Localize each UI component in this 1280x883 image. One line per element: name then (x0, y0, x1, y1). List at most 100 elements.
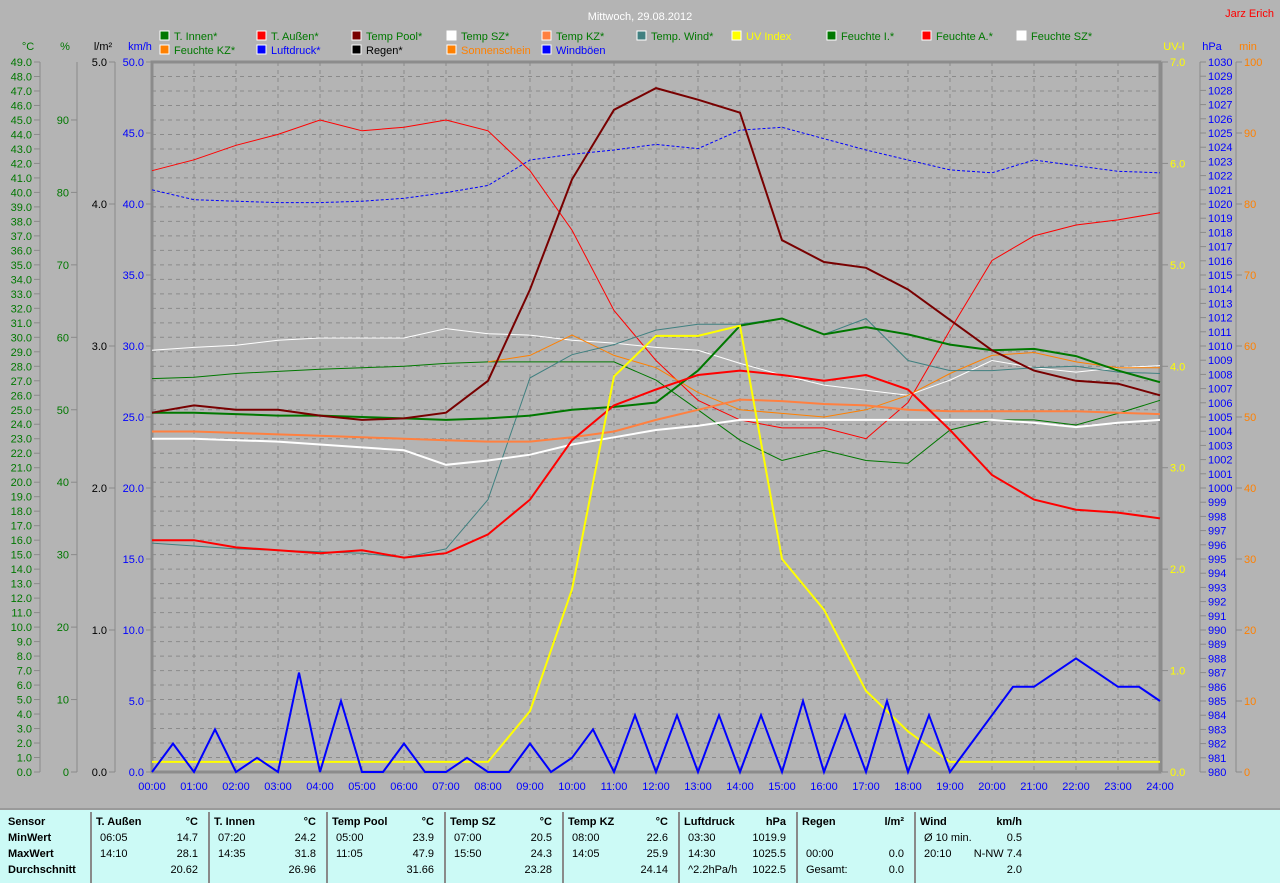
axis-tick-label: 991 (1208, 611, 1226, 623)
x-tick-label: 07:00 (432, 781, 460, 793)
legend-swatch (921, 30, 932, 41)
axis-tick-label: 994 (1208, 568, 1226, 580)
axis-unit-rain: l/m² (94, 41, 113, 53)
axis-tick-label: 0.0 (17, 767, 32, 779)
stats-row: 2.0 (920, 864, 1022, 880)
axis-tick-label: 90 (1244, 128, 1256, 140)
author-label: Jarz Erich (1225, 8, 1274, 20)
stats-time: 14:10 (100, 848, 128, 860)
axis-tick-label: 40 (57, 477, 69, 489)
axis-tick-label: 1018 (1208, 227, 1232, 239)
axis-tick-label: 42.0 (11, 158, 32, 170)
axis-tick-label: 999 (1208, 497, 1226, 509)
x-tick-label: 06:00 (390, 781, 418, 793)
axis-tick-label: 7.0 (1170, 57, 1185, 69)
stats-header-name: T. Außen (96, 816, 142, 828)
stats-row: 23.28 (450, 864, 552, 880)
stats-row: 06:05 14.7 (96, 832, 198, 848)
legend-swatch (159, 30, 170, 41)
x-tick-label: 01:00 (180, 781, 208, 793)
axis-tick-label: 997 (1208, 526, 1226, 538)
stats-column-t-au-en: T. Außen °C 06:05 14.7 14:10 28.1 20.62 (96, 810, 198, 883)
stats-row: 05:00 23.9 (332, 832, 434, 848)
axis-tick-label: 44.0 (11, 129, 32, 141)
axis-tick-label: 30 (57, 550, 69, 562)
axis-tick-label: 1029 (1208, 71, 1232, 83)
axis-tick-label: 1027 (1208, 100, 1232, 112)
stats-value: 23.28 (524, 864, 552, 876)
stats-header-name: Temp Pool (332, 816, 388, 828)
legend-label: Temp. Wind* (651, 31, 714, 43)
axis-tick-label: 10 (57, 695, 69, 707)
axis-tick-label: 9.0 (17, 637, 32, 649)
axis-tick-label: 10.0 (11, 622, 32, 634)
column-separator (678, 812, 680, 883)
x-tick-label: 15:00 (768, 781, 796, 793)
legend-swatch (731, 30, 742, 41)
stats-value: 22.6 (646, 832, 668, 844)
stats-header: Regen l/m² (802, 816, 904, 832)
legend-swatch (351, 30, 362, 41)
axis-tick-label: 35.0 (11, 260, 32, 272)
axis-tick-label: 10.0 (123, 625, 144, 637)
x-tick-label: 02:00 (222, 781, 250, 793)
stats-value: 20.62 (170, 864, 198, 876)
stats-value: 14.7 (176, 832, 198, 844)
axis-tick-label: 1.0 (1170, 666, 1185, 678)
x-tick-label: 05:00 (348, 781, 376, 793)
axis-unit-temp: °C (22, 41, 34, 53)
stats-row-label: MaxWert (8, 848, 54, 860)
column-separator (562, 812, 564, 883)
axis-tick-label: 990 (1208, 625, 1226, 637)
legend-label: T. Außen* (271, 31, 319, 43)
stats-row: 31.66 (332, 864, 434, 880)
stats-time: 14:30 (688, 848, 716, 860)
column-separator (444, 812, 446, 883)
axis-tick-label: 2.0 (92, 483, 107, 495)
stats-time: 00:00 (806, 848, 834, 860)
axis-tick-label: 70 (1244, 270, 1256, 282)
axis-tick-label: 40.0 (11, 187, 32, 199)
legend-label: Feuchte I.* (841, 31, 895, 43)
stats-header-name: Regen (802, 816, 836, 828)
axis-tick-label: 10 (1244, 696, 1256, 708)
axis-tick-label: 995 (1208, 554, 1226, 566)
axis-tick-label: 24.0 (11, 419, 32, 431)
axis-tick-label: 1.0 (92, 625, 107, 637)
axis-tick-label: 1016 (1208, 256, 1232, 268)
axis-tick-label: 6.0 (17, 680, 32, 692)
stats-value: 2.0 (1006, 864, 1022, 876)
axis-tick-label: 50 (1244, 412, 1256, 424)
stats-value: 25.9 (646, 848, 668, 860)
stats-value: 1019.9 (752, 832, 786, 844)
axis-tick-label: 982 (1208, 739, 1226, 751)
axis-tick-label: 35.0 (123, 270, 144, 282)
stats-value: 24.14 (640, 864, 668, 876)
axis-tick-label: 23.0 (11, 434, 32, 446)
stats-value: 26.96 (288, 864, 316, 876)
axis-tick-label: 6.0 (1170, 158, 1185, 170)
axis-tick-label: 80 (57, 187, 69, 199)
stats-value: 0.0 (888, 848, 904, 860)
axis-tick-label: 70 (57, 260, 69, 272)
stats-row: 11:05 47.9 (332, 848, 434, 864)
stats-column-t-innen: T. Innen °C 07:20 24.2 14:35 31.8 26.96 (214, 810, 316, 883)
axis-tick-label: 37.0 (11, 231, 32, 243)
legend-label: Windböen (556, 45, 606, 57)
column-separator (914, 812, 916, 883)
axis-unit-hum: % (60, 41, 70, 53)
stats-header-unit: °C (303, 816, 316, 828)
stats-row: 14:10 28.1 (96, 848, 198, 864)
axis-tick-label: 31.0 (11, 318, 32, 330)
stats-header: T. Außen °C (96, 816, 198, 832)
stats-header-name: Luftdruck (684, 816, 735, 828)
x-tick-label: 08:00 (474, 781, 502, 793)
stats-header-unit: °C (421, 816, 434, 828)
legend-swatch (541, 44, 552, 55)
axis-tick-label: 986 (1208, 682, 1226, 694)
stats-header: Temp Pool °C (332, 816, 434, 832)
stats-value: N-NW 7.4 (973, 848, 1022, 860)
axis-tick-label: 1002 (1208, 455, 1232, 467)
axis-tick-label: 38.0 (11, 216, 32, 228)
chart-title: Mittwoch, 29.08.2012 (588, 11, 693, 23)
